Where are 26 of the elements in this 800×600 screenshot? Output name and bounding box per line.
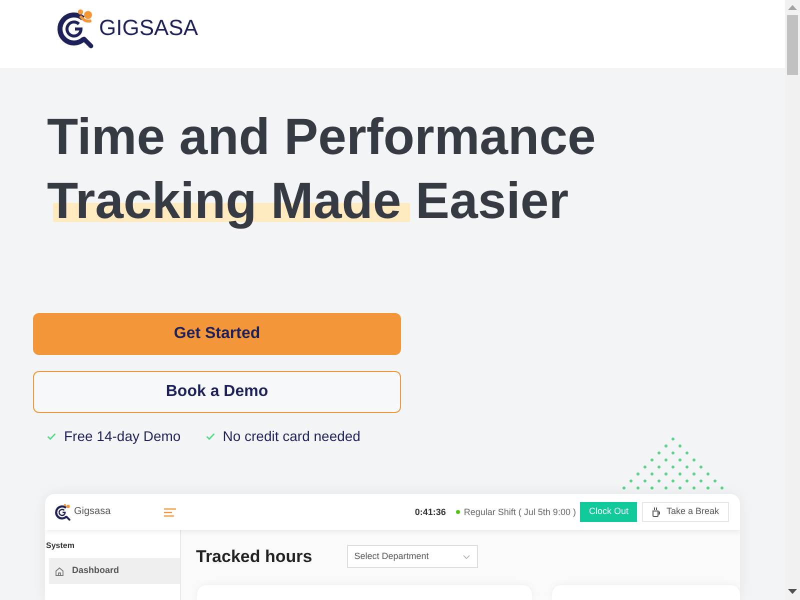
department-dropdown[interactable]: Select Department <box>347 545 478 568</box>
book-demo-button[interactable]: Book a Demo <box>33 371 401 413</box>
take-break-button[interactable]: Take a Break <box>642 502 729 522</box>
perk-text: Free 14-day Demo <box>64 427 181 446</box>
scrollbar[interactable] <box>785 0 800 600</box>
page-title: Tracked hours <box>196 546 312 568</box>
sidebar-item[interactable]: Dashboard <box>49 558 180 584</box>
cup-icon <box>652 507 660 517</box>
section-label: System <box>46 541 74 551</box>
home-icon <box>55 566 64 576</box>
scrollbar-thumb[interactable] <box>787 15 798 75</box>
up-arrow-icon[interactable] <box>788 5 797 10</box>
perk-text: No credit card needed <box>222 427 360 446</box>
chevron-down-icon <box>463 554 470 558</box>
status-dot-icon <box>456 510 460 514</box>
app-logo-icon <box>54 503 72 521</box>
timer-text: 0:41:36 <box>414 506 446 518</box>
menu-icon[interactable] <box>164 508 176 516</box>
shift-text: Regular Shift ( Jul 5th 9:00 ) <box>464 506 576 518</box>
brand-name: GIGSASA <box>99 14 198 42</box>
headline: Time and Performance Tracking Made Easier <box>47 107 596 231</box>
check-icon <box>47 432 56 440</box>
get-started-button[interactable]: Get Started <box>33 313 401 355</box>
app-brand-name: Gigsasa <box>74 506 111 518</box>
down-arrow-icon[interactable] <box>788 589 797 594</box>
check-icon <box>206 432 215 440</box>
